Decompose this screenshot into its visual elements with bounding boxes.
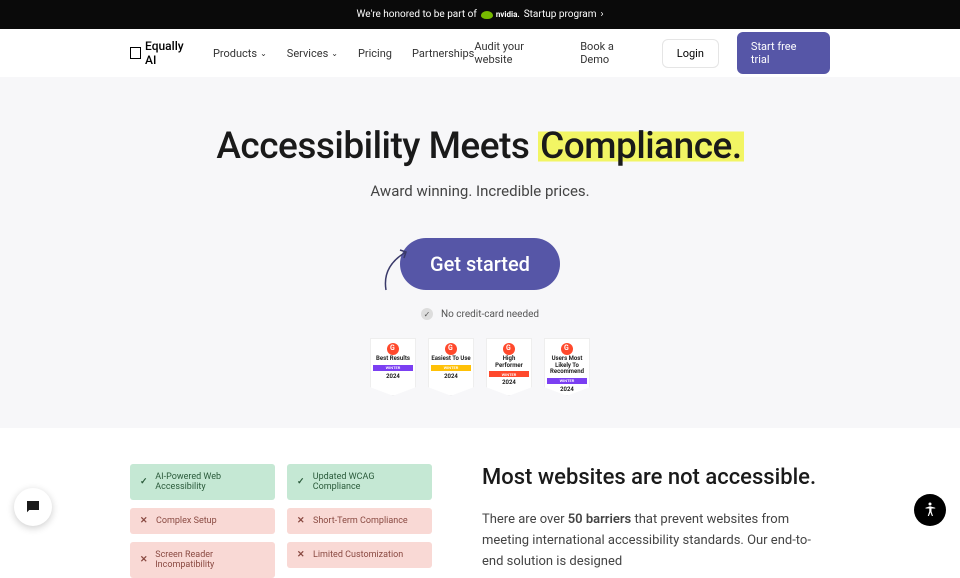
- lower-section: ✓AI-Powered Web Accessibility ✕Complex Se…: [0, 428, 960, 578]
- chevron-down-icon: ⌄: [260, 49, 267, 58]
- logo-text: Equally AI: [145, 39, 193, 67]
- x-icon: ✕: [297, 550, 307, 560]
- nav-products[interactable]: Products ⌄: [213, 47, 267, 60]
- feature-item: ✕Short-Term Compliance: [287, 508, 432, 534]
- badge-title: Easiest To Use: [431, 356, 470, 363]
- chevron-right-icon: ›: [600, 9, 603, 20]
- accessibility-button[interactable]: [914, 494, 946, 526]
- hero-subtitle: Award winning. Incredible prices.: [0, 182, 960, 200]
- badge-ribbon: WINTER: [547, 378, 587, 384]
- announcement-bar[interactable]: We're honored to be part of nvidia. Star…: [0, 0, 960, 29]
- feature-grid: ✓AI-Powered Web Accessibility ✕Complex Se…: [130, 464, 432, 578]
- check-icon: ✓: [140, 477, 149, 487]
- hero-title: Accessibility Meets Compliance.: [0, 125, 960, 168]
- login-button[interactable]: Login: [662, 39, 719, 68]
- curved-arrow-icon: [378, 246, 418, 294]
- g2-logo-icon: [445, 343, 457, 355]
- nvidia-logo: nvidia.: [481, 10, 520, 19]
- x-icon: ✕: [140, 555, 149, 565]
- check-icon: ✓: [421, 308, 433, 320]
- award-badge: Easiest To Use WINTER 2024: [428, 338, 474, 396]
- award-badge: High Performer WINTER 2024: [486, 338, 532, 396]
- chevron-down-icon: ⌄: [331, 49, 338, 58]
- section-heading: Most websites are not accessible.: [482, 464, 830, 493]
- nav-audit[interactable]: Audit your website: [474, 40, 562, 66]
- feature-item: ✕Screen Reader Incompatibility: [130, 542, 275, 578]
- feature-item: ✓AI-Powered Web Accessibility: [130, 464, 275, 500]
- badge-year: 2024: [560, 386, 574, 393]
- badge-year: 2024: [386, 373, 400, 380]
- feature-item: ✕Limited Customization: [287, 542, 432, 568]
- badge-ribbon: WINTER: [431, 365, 471, 371]
- badge-year: 2024: [444, 373, 458, 380]
- badge-ribbon: WINTER: [373, 365, 413, 371]
- announcement-prefix: We're honored to be part of: [357, 9, 477, 20]
- nav-partnerships[interactable]: Partnerships: [412, 47, 474, 60]
- no-card-note: ✓ No credit-card needed: [421, 308, 539, 320]
- g2-logo-icon: [387, 343, 399, 355]
- logo[interactable]: Equally AI: [130, 39, 193, 67]
- nav-demo[interactable]: Book a Demo: [580, 40, 644, 66]
- badge-ribbon: WINTER: [489, 371, 529, 377]
- accessibility-icon: [921, 501, 939, 519]
- section-body: There are over 50 barriers that prevent …: [482, 510, 830, 572]
- award-badges: Best Results WINTER 2024 Easiest To Use …: [0, 338, 960, 396]
- nav-services[interactable]: Services ⌄: [287, 47, 338, 60]
- badge-title: High Performer: [489, 356, 529, 369]
- chat-widget-button[interactable]: [14, 488, 52, 526]
- main-nav: Equally AI Products ⌄ Services ⌄ Pricing…: [0, 29, 960, 77]
- x-icon: ✕: [297, 516, 307, 526]
- badge-year: 2024: [502, 379, 516, 386]
- check-icon: ✓: [297, 477, 307, 487]
- hero-section: Accessibility Meets Compliance. Award wi…: [0, 77, 960, 428]
- chat-icon: [24, 498, 42, 516]
- x-icon: ✕: [140, 516, 150, 526]
- g2-logo-icon: [561, 343, 573, 355]
- get-started-button[interactable]: Get started: [400, 238, 560, 290]
- nav-pricing[interactable]: Pricing: [358, 47, 392, 60]
- g2-logo-icon: [503, 343, 515, 355]
- announcement-suffix: Startup program: [524, 9, 597, 20]
- feature-item: ✕Complex Setup: [130, 508, 275, 534]
- logo-icon: [130, 47, 141, 59]
- feature-item: ✓Updated WCAG Compliance: [287, 464, 432, 500]
- badge-title: Users Most Likely To Recommend: [547, 356, 587, 376]
- award-badge: Users Most Likely To Recommend WINTER 20…: [544, 338, 590, 396]
- award-badge: Best Results WINTER 2024: [370, 338, 416, 396]
- badge-title: Best Results: [376, 356, 410, 363]
- start-trial-button[interactable]: Start free trial: [737, 32, 830, 74]
